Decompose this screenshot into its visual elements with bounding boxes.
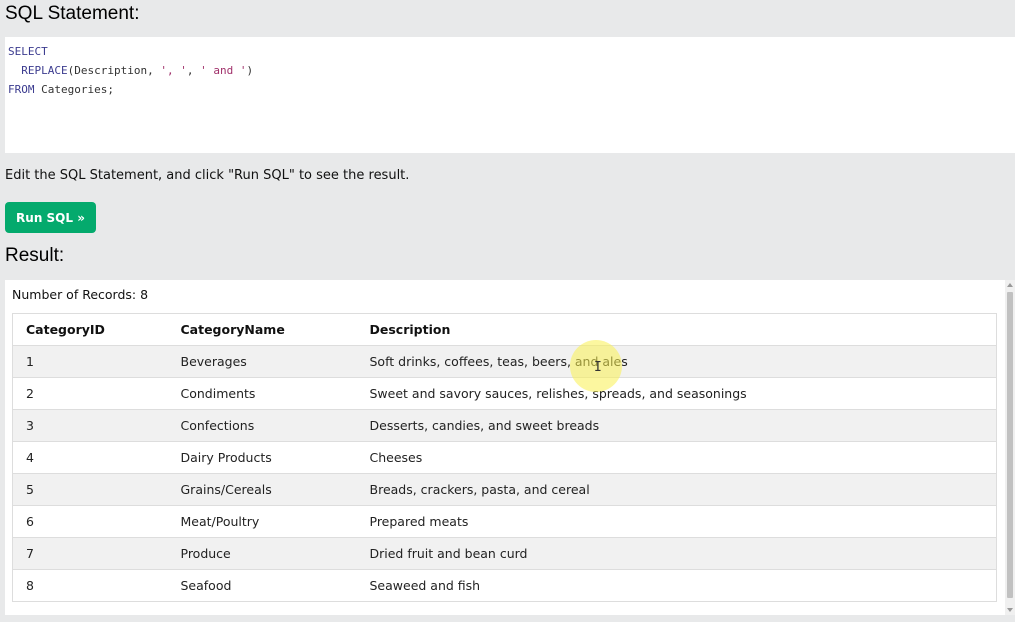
cell-categoryid: 7: [12, 537, 168, 570]
cell-categoryid: 6: [12, 505, 168, 538]
cell-categoryname: Produce: [167, 537, 357, 570]
result-panel: Number of Records: 8 CategoryID Category…: [5, 280, 1005, 615]
cell-categoryid: 1: [12, 345, 168, 378]
table-row: 5 Grains/Cereals Breads, crackers, pasta, …: [12, 473, 997, 506]
sql-editor[interactable]: SELECT REPLACE(Description, ', ', ' and …: [5, 37, 1015, 153]
cell-categoryname: Dairy Products: [167, 441, 357, 474]
cell-categoryname: Condiments: [167, 377, 357, 410]
sql-code-line: FROM Categories;: [8, 83, 114, 96]
table-row: 2 Condiments Sweet and savory sauces, reli…: [12, 377, 997, 410]
table-row: 6 Meat/Poultry Prepared meats: [12, 505, 997, 538]
table-row: 3 Confections Desserts, candies, and sweet…: [12, 409, 997, 442]
column-header-description: Description: [356, 313, 997, 346]
scroll-down-arrow-icon[interactable]: [1007, 608, 1013, 612]
cell-description: Sweet and savory sauces, relishes, sprea…: [356, 377, 997, 410]
cell-description: Dried fruit and bean curd: [356, 537, 997, 570]
result-heading: Result:: [5, 245, 65, 266]
cell-categoryid: 4: [12, 441, 168, 474]
record-count: Number of Records: 8: [12, 287, 149, 302]
cell-categoryid: 8: [12, 569, 168, 602]
scroll-up-arrow-icon[interactable]: [1007, 283, 1013, 287]
table-row: 4 Dairy Products Cheeses: [12, 441, 997, 474]
sql-code-line: SELECT: [8, 45, 48, 58]
cell-description: Soft drinks, coffees, teas, beers, and a…: [356, 345, 997, 378]
cell-categoryid: 5: [12, 473, 168, 506]
table-row: 1 Beverages Soft drinks, coffees, teas, be…: [12, 345, 997, 378]
cell-description: Breads, crackers, pasta, and cereal: [356, 473, 997, 506]
cell-description: Cheeses: [356, 441, 997, 474]
sql-code-line: REPLACE(Description, ', ', ' and '): [21, 64, 254, 77]
cell-description: Prepared meats: [356, 505, 997, 538]
cell-categoryname: Confections: [167, 409, 357, 442]
cell-categoryname: Grains/Cereals: [167, 473, 357, 506]
run-sql-button[interactable]: Run SQL »: [5, 202, 96, 233]
result-table: CategoryID CategoryName Description 1 Bev…: [12, 313, 997, 602]
table-header-row: CategoryID CategoryName Description: [12, 313, 997, 346]
column-header-categoryname: CategoryName: [167, 313, 357, 346]
sql-statement-heading: SQL Statement:: [5, 3, 140, 24]
result-scrollbar[interactable]: [1005, 280, 1015, 615]
instructions-text: Edit the SQL Statement, and click "Run S…: [5, 168, 410, 183]
cell-categoryid: 3: [12, 409, 168, 442]
cell-description: Seaweed and fish: [356, 569, 997, 602]
table-row: 7 Produce Dried fruit and bean curd: [12, 537, 997, 570]
table-row: 8 Seafood Seaweed and fish: [12, 569, 997, 602]
cell-categoryname: Meat/Poultry: [167, 505, 357, 538]
cell-categoryid: 2: [12, 377, 168, 410]
column-header-categoryid: CategoryID: [12, 313, 168, 346]
scroll-thumb[interactable]: [1007, 292, 1013, 598]
cell-description: Desserts, candies, and sweet breads: [356, 409, 997, 442]
cell-categoryname: Beverages: [167, 345, 357, 378]
cell-categoryname: Seafood: [167, 569, 357, 602]
